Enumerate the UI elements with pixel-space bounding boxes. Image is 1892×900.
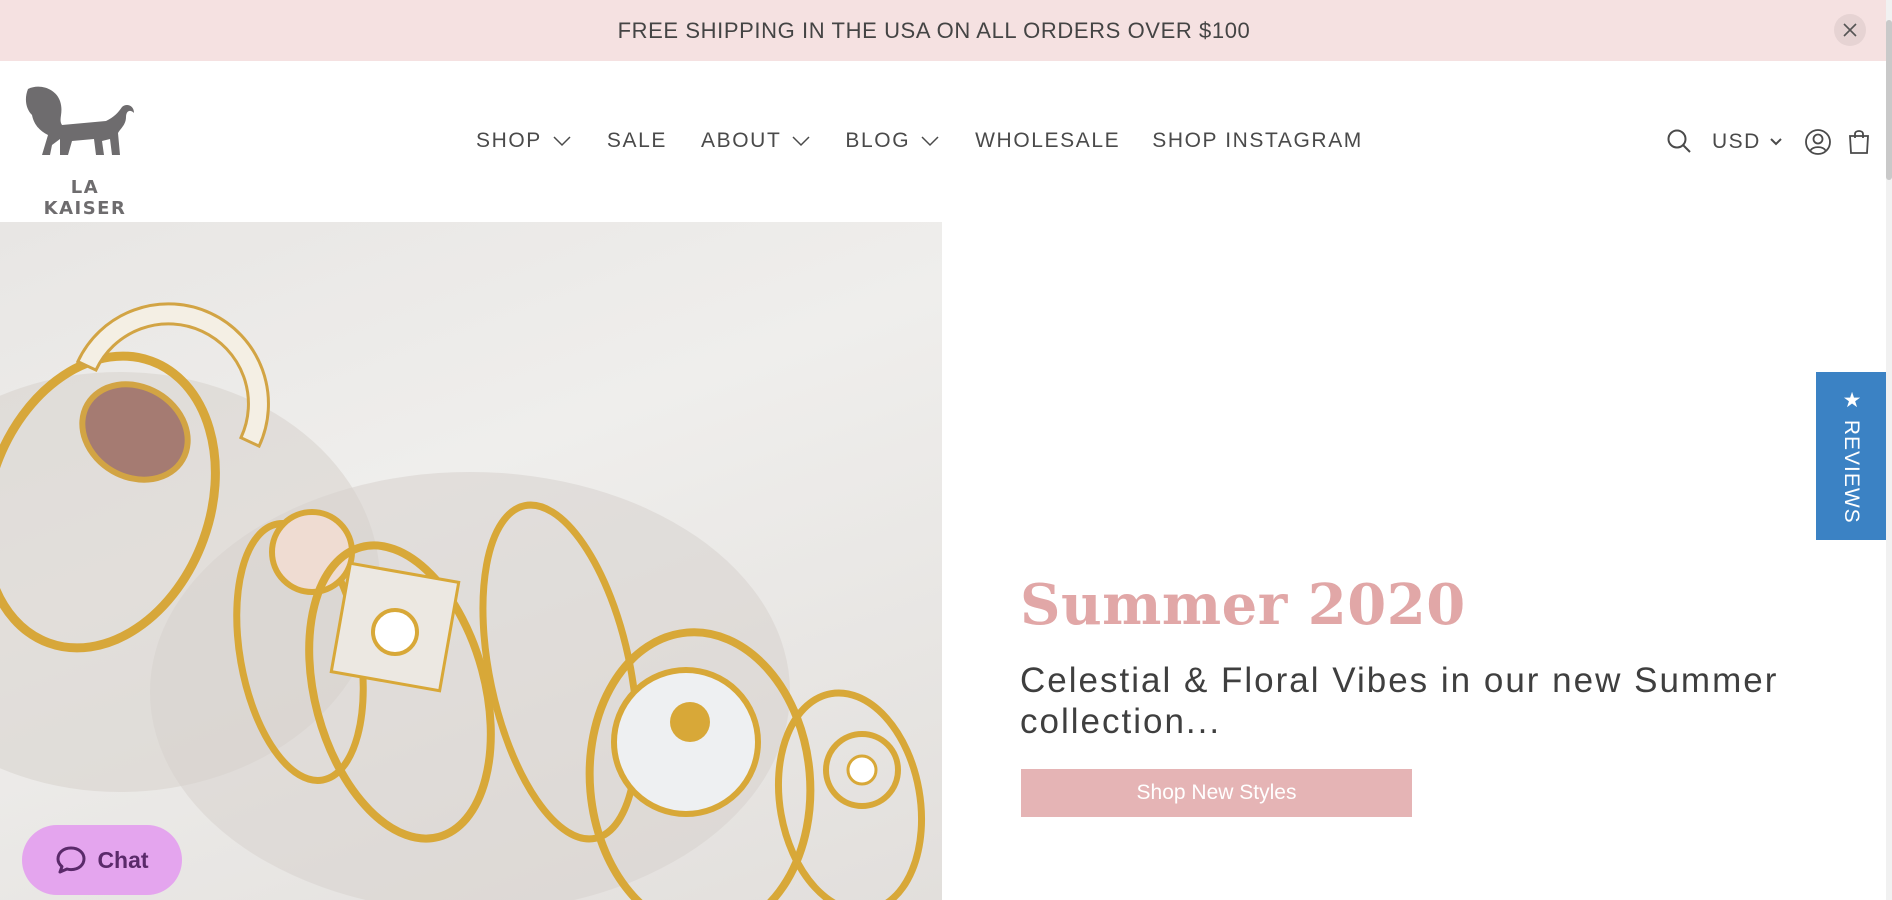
- chevron-down-icon: [1770, 138, 1782, 146]
- cart-icon: [1849, 130, 1869, 154]
- nav-item-wholesale[interactable]: WHOLESALE: [975, 129, 1120, 153]
- reviews-tab[interactable]: ★ REVIEWS: [1816, 372, 1886, 540]
- main-nav: SHOP SALE ABOUT BLOG WHOLESALE SHOP INST…: [476, 129, 1363, 153]
- chevron-down-icon: [792, 136, 810, 147]
- chevron-down-icon: [921, 136, 939, 147]
- chat-bubble-icon: [56, 846, 86, 874]
- nav-label: BLOG: [845, 129, 911, 152]
- hero-image: [0, 222, 942, 900]
- chevron-down-icon: [553, 136, 571, 147]
- chat-button[interactable]: Chat: [22, 825, 182, 895]
- announcement-text: FREE SHIPPING IN THE USA ON ALL ORDERS O…: [617, 17, 1251, 43]
- nav-label: WHOLESALE: [975, 129, 1121, 152]
- nav-label: ABOUT: [701, 129, 782, 152]
- account-button[interactable]: [1804, 128, 1832, 156]
- nav-item-shop[interactable]: SHOP: [476, 129, 572, 153]
- search-button[interactable]: [1666, 128, 1692, 154]
- site-header: LA KAISER SHOP SALE ABOUT BLOG WHOLESALE…: [0, 61, 1892, 222]
- nav-label: SALE: [606, 129, 668, 152]
- hero-subtitle: Celestial & Floral Vibes in our new Summ…: [1020, 661, 1779, 741]
- lion-logo-icon: [25, 86, 135, 155]
- scrollbar-thumb[interactable]: [1886, 20, 1892, 180]
- rings-photo: [0, 302, 926, 900]
- chat-label: Chat: [97, 846, 149, 873]
- shop-new-styles-button[interactable]: Shop New Styles: [1021, 769, 1412, 817]
- hero-title: Summer 2020: [1020, 572, 1466, 638]
- search-icon: [1667, 129, 1691, 153]
- announcement-bar: FREE SHIPPING IN THE USA ON ALL ORDERS O…: [0, 0, 1892, 61]
- nav-item-sale[interactable]: SALE: [607, 129, 667, 153]
- currency-selector[interactable]: USD: [1712, 130, 1783, 154]
- close-icon: [1843, 23, 1857, 37]
- account-icon: [1805, 129, 1831, 155]
- nav-label: SHOP INSTAGRAM: [1152, 129, 1363, 152]
- nav-item-shop-instagram[interactable]: SHOP INSTAGRAM: [1152, 129, 1363, 153]
- nav-label: SHOP: [476, 129, 542, 152]
- reviews-tab-label: ★ REVIEWS: [1840, 388, 1863, 524]
- currency-value: USD: [1712, 130, 1761, 153]
- nav-item-blog[interactable]: BLOG: [845, 129, 940, 153]
- brand-logo[interactable]: LA KAISER: [22, 85, 142, 219]
- brand-name: LA KAISER: [43, 177, 127, 219]
- nav-item-about[interactable]: ABOUT: [701, 129, 811, 153]
- hero-copy: Summer 2020 Celestial & Floral Vibes in …: [1020, 572, 1840, 742]
- cart-button[interactable]: [1847, 127, 1871, 155]
- announcement-close-button[interactable]: [1834, 14, 1866, 46]
- page-scrollbar[interactable]: [1886, 0, 1892, 900]
